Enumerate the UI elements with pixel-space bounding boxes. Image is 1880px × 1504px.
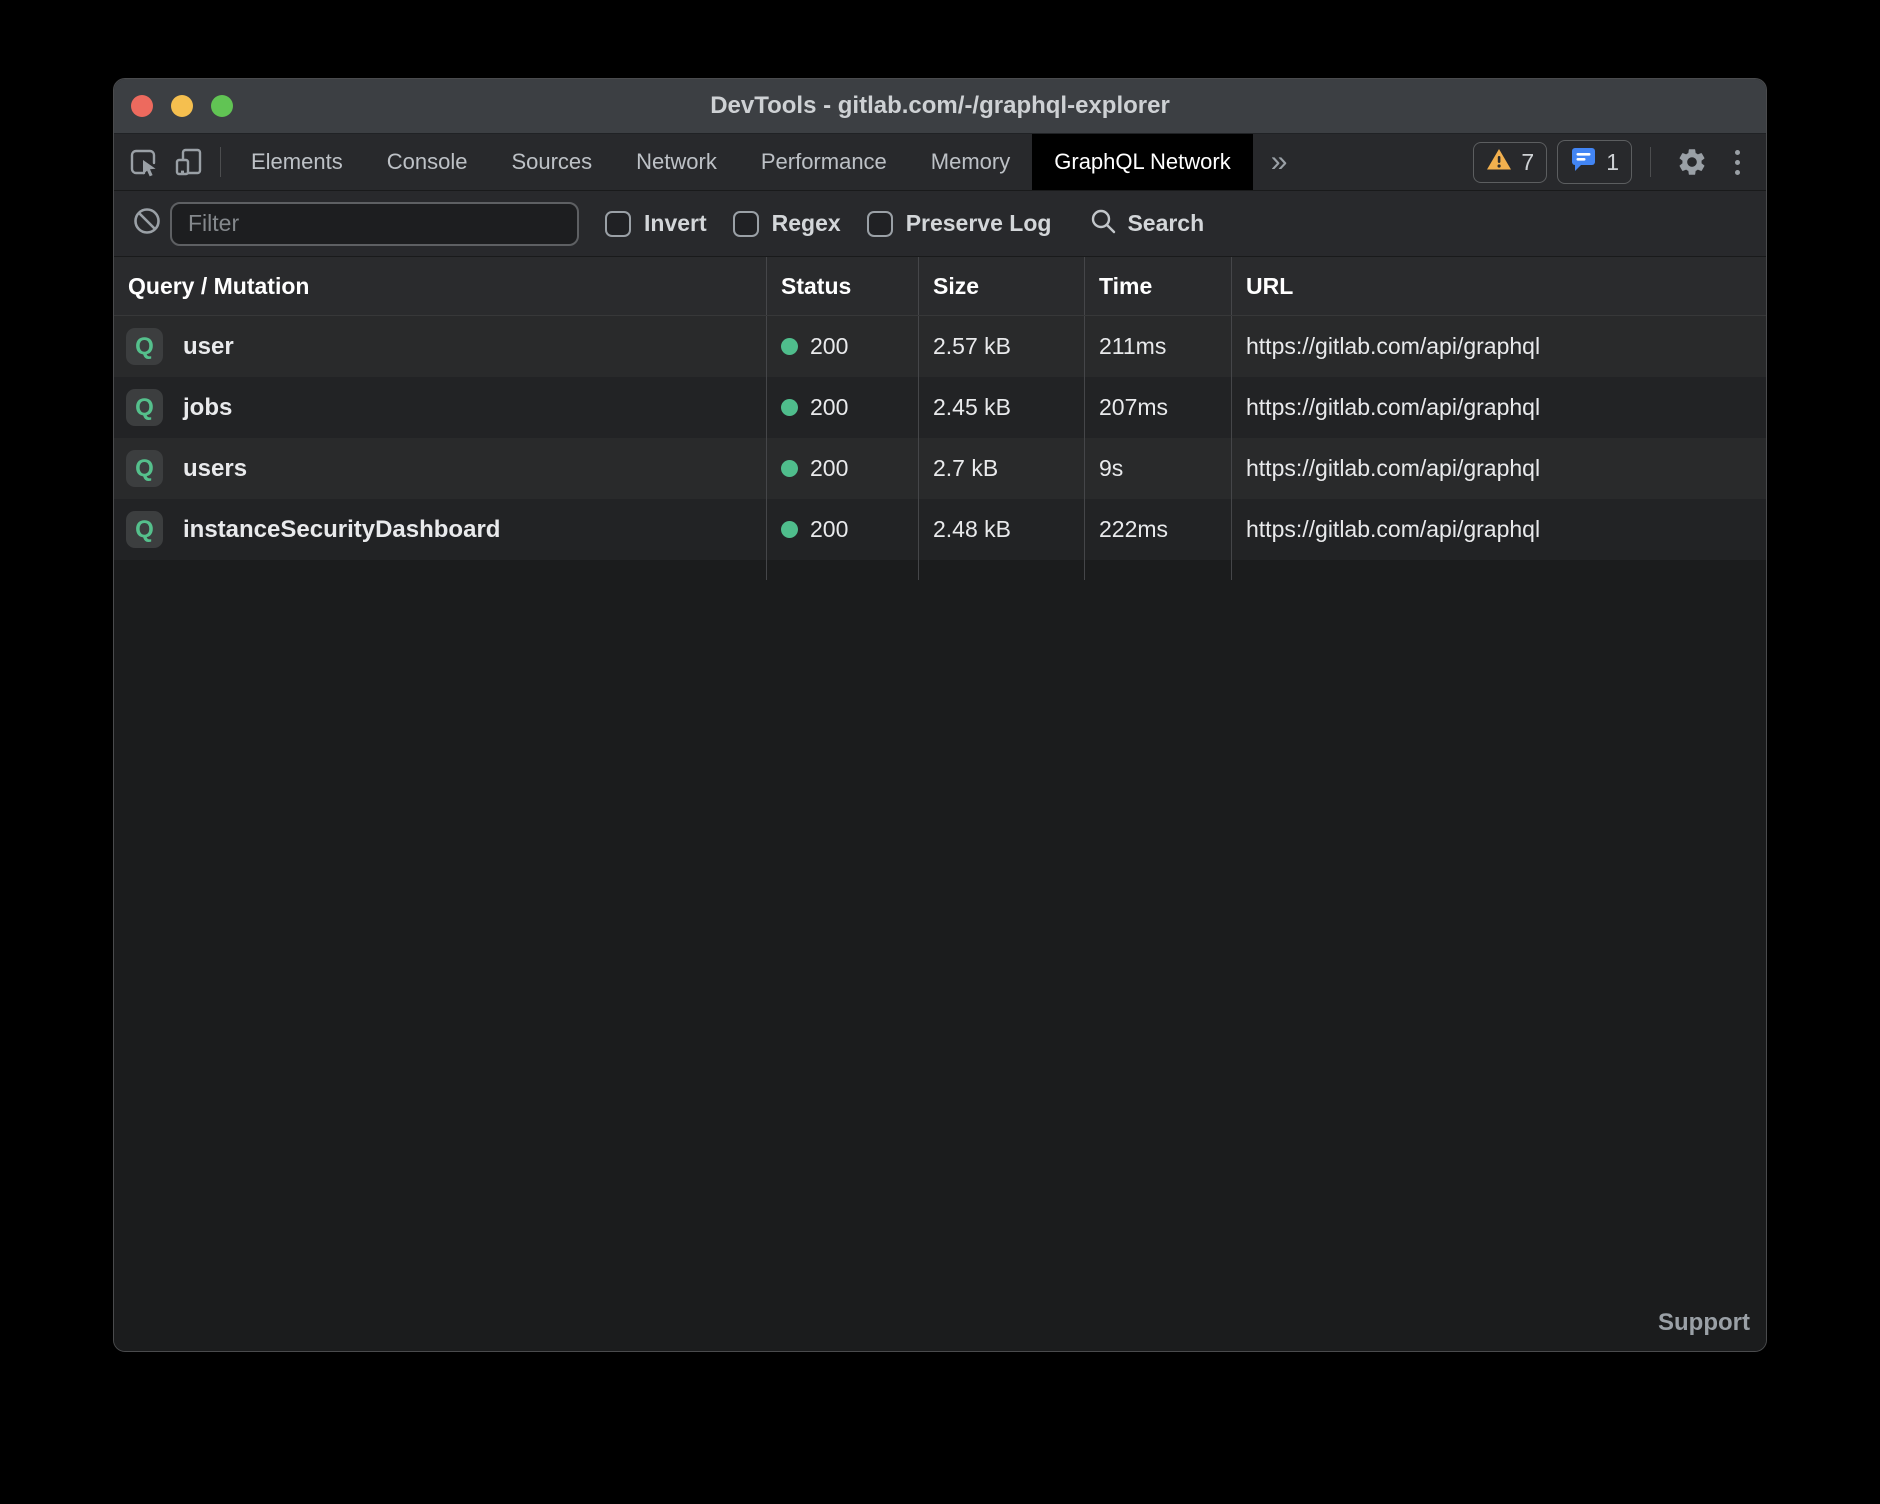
query-name: user [183, 333, 234, 361]
request-time: 222ms [1084, 499, 1231, 560]
column-header-size[interactable]: Size [918, 257, 1084, 315]
kebab-icon [1735, 150, 1740, 155]
tab-console[interactable]: Console [365, 134, 490, 190]
status-ok-icon [781, 338, 798, 355]
table-header: Query / Mutation Status Size Time URL [114, 257, 1766, 316]
request-url: https://gitlab.com/api/graphql [1231, 377, 1766, 438]
checkbox-icon [733, 211, 759, 237]
close-button[interactable] [131, 95, 153, 117]
tabbar-right-controls: 7 1 [1473, 134, 1766, 190]
gear-icon [1676, 146, 1708, 178]
query-type-icon: Q [126, 511, 163, 548]
inspect-element-button[interactable] [120, 134, 166, 190]
device-toolbar-icon [173, 146, 205, 178]
status-ok-icon [781, 521, 798, 538]
query-name: jobs [183, 394, 232, 422]
chevron-double-right-icon: » [1271, 145, 1288, 179]
column-header-query-mutation[interactable]: Query / Mutation [114, 257, 766, 315]
traffic-lights [131, 79, 233, 133]
warning-icon [1486, 148, 1512, 177]
warnings-badge[interactable]: 7 [1473, 142, 1547, 183]
regex-checkbox[interactable]: Regex [733, 210, 841, 237]
controls-separator [1650, 147, 1651, 177]
inspect-cursor-icon [127, 146, 159, 178]
request-url: https://gitlab.com/api/graphql [1231, 499, 1766, 560]
tab-performance[interactable]: Performance [739, 134, 909, 190]
warning-count: 7 [1521, 149, 1534, 176]
request-time: 207ms [1084, 377, 1231, 438]
devtools-tab-bar: Elements Console Sources Network Perform… [114, 134, 1766, 191]
more-options-button[interactable] [1725, 150, 1750, 175]
preserve-log-checkbox[interactable]: Preserve Log [867, 210, 1052, 237]
request-time: 9s [1084, 438, 1231, 499]
query-type-icon: Q [126, 328, 163, 365]
maximize-button[interactable] [211, 95, 233, 117]
status-code: 200 [810, 394, 848, 421]
status-ok-icon [781, 460, 798, 477]
response-size: 2.45 kB [918, 377, 1084, 438]
table-row[interactable]: Q users 200 2.7 kB 9s https://gitlab.com… [114, 438, 1766, 499]
window-title: DevTools - gitlab.com/-/graphql-explorer [710, 92, 1170, 120]
column-header-url[interactable]: URL [1231, 257, 1766, 315]
chat-bubble-icon [1570, 146, 1597, 178]
block-requests-button[interactable] [124, 206, 170, 241]
toolbar-separator [220, 147, 221, 177]
messages-badge[interactable]: 1 [1557, 140, 1632, 184]
status-code: 200 [810, 333, 848, 360]
minimize-button[interactable] [171, 95, 193, 117]
table-row[interactable]: Q user 200 2.57 kB 211ms https://gitlab.… [114, 316, 1766, 377]
status-ok-icon [781, 399, 798, 416]
devtools-window: DevTools - gitlab.com/-/graphql-explorer [113, 78, 1767, 1352]
panel-tabs: Elements Console Sources Network Perform… [229, 134, 1253, 190]
response-size: 2.7 kB [918, 438, 1084, 499]
query-name: instanceSecurityDashboard [183, 516, 500, 544]
column-header-time[interactable]: Time [1084, 257, 1231, 315]
search-label: Search [1127, 210, 1204, 237]
checkbox-icon [605, 211, 631, 237]
preserve-log-label: Preserve Log [906, 210, 1052, 237]
response-size: 2.57 kB [918, 316, 1084, 377]
table-row[interactable]: Q jobs 200 2.45 kB 207ms https://gitlab.… [114, 377, 1766, 438]
response-size: 2.48 kB [918, 499, 1084, 560]
block-icon [132, 206, 162, 241]
filter-input[interactable] [170, 202, 579, 246]
column-header-status[interactable]: Status [766, 257, 918, 315]
support-link[interactable]: Support [1658, 1309, 1750, 1337]
invert-label: Invert [644, 210, 707, 237]
filter-toolbar: Invert Regex Preserve Log Search [114, 191, 1766, 257]
settings-button[interactable] [1669, 146, 1715, 178]
message-count: 1 [1606, 149, 1619, 176]
tab-network[interactable]: Network [614, 134, 739, 190]
tab-sources[interactable]: Sources [489, 134, 614, 190]
request-url: https://gitlab.com/api/graphql [1231, 316, 1766, 377]
table-row[interactable]: Q instanceSecurityDashboard 200 2.48 kB … [114, 499, 1766, 560]
tab-elements[interactable]: Elements [229, 134, 365, 190]
query-type-icon: Q [126, 450, 163, 487]
search-button[interactable]: Search [1089, 207, 1204, 240]
status-code: 200 [810, 455, 848, 482]
device-toolbar-button[interactable] [166, 134, 212, 190]
search-icon [1089, 207, 1117, 240]
panel-empty-area: Support [114, 580, 1766, 1351]
column-divider-stub [114, 560, 1766, 580]
invert-checkbox[interactable]: Invert [605, 210, 707, 237]
query-type-icon: Q [126, 389, 163, 426]
request-url: https://gitlab.com/api/graphql [1231, 438, 1766, 499]
request-time: 211ms [1084, 316, 1231, 377]
tab-memory[interactable]: Memory [909, 134, 1032, 190]
query-name: users [183, 455, 247, 483]
title-bar: DevTools - gitlab.com/-/graphql-explorer [114, 79, 1766, 134]
checkbox-icon [867, 211, 893, 237]
status-code: 200 [810, 516, 848, 543]
tab-graphql-network[interactable]: GraphQL Network [1032, 134, 1252, 190]
more-tabs-button[interactable]: » [1253, 134, 1306, 190]
regex-label: Regex [772, 210, 841, 237]
